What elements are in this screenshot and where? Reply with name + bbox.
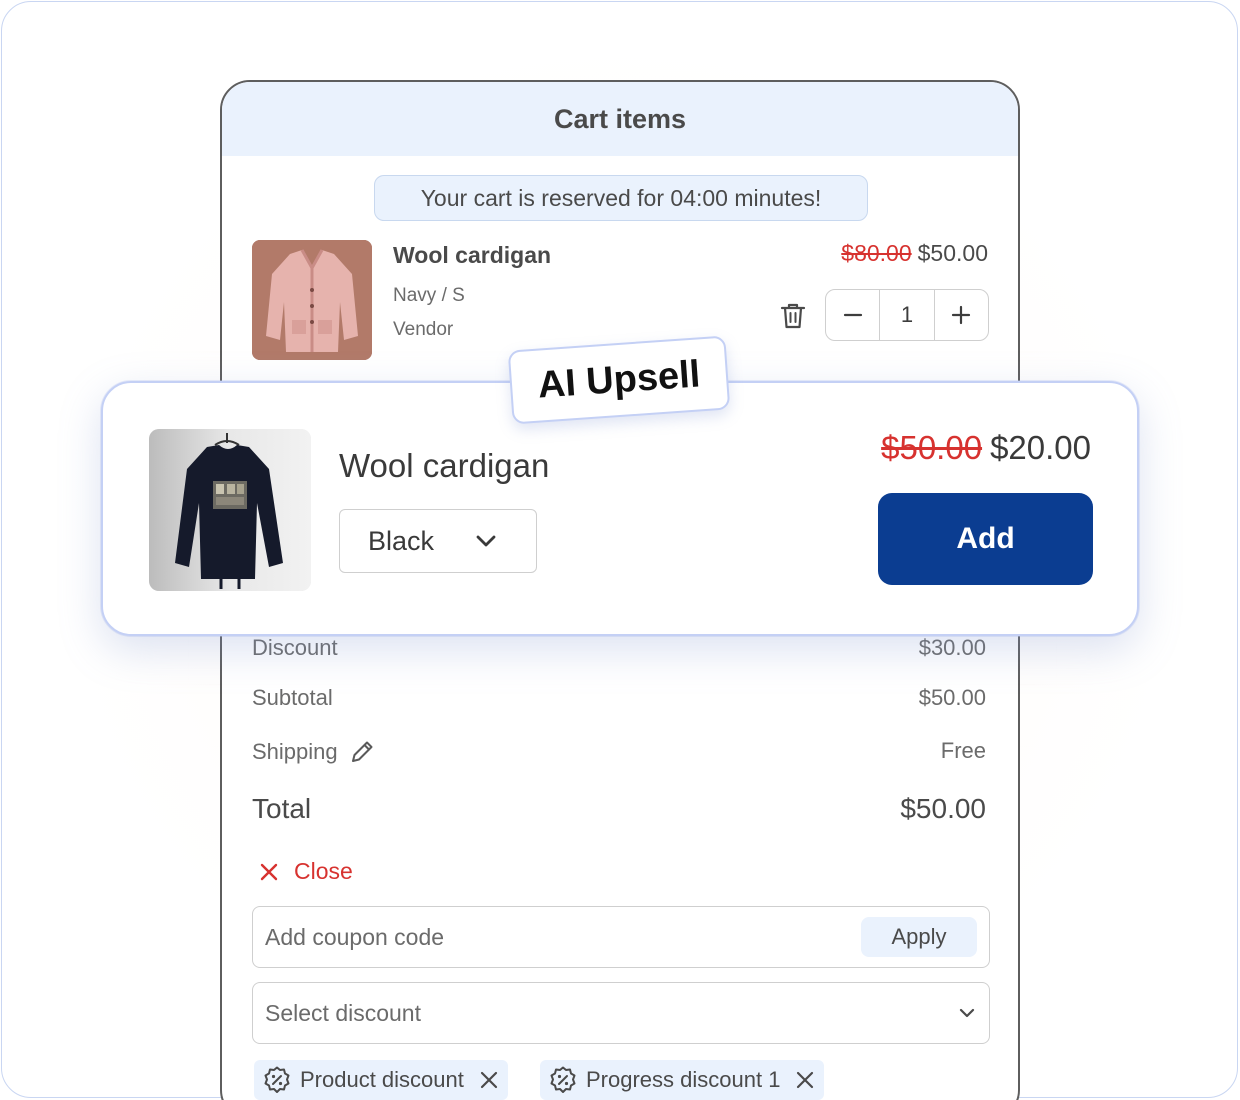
quantity-decrease-button[interactable] (826, 290, 879, 340)
discount-badge-icon (550, 1066, 576, 1093)
reserve-message: Your cart is reserved for 04:00 minutes! (420, 184, 822, 211)
quantity-value[interactable]: 1 (879, 290, 935, 340)
shipping-row: Shipping Free (252, 738, 986, 766)
cart-header: Cart items (222, 82, 1018, 156)
cart-item-vendor: Vendor (393, 319, 454, 340)
upsell-price: $50.00 $20.00 (881, 429, 1091, 467)
cart-item-image (252, 240, 372, 360)
remove-tag-button[interactable] (796, 1071, 814, 1089)
discount-tag-label: Progress discount 1 (586, 1067, 781, 1092)
chevron-down-icon (959, 1008, 975, 1018)
upsell-original-price: $50.00 (881, 429, 983, 466)
close-icon (480, 1071, 497, 1089)
discount-tag-label: Product discount (300, 1067, 464, 1092)
discount-tag-product: Product discount (254, 1060, 508, 1100)
discount-badge-icon (264, 1066, 290, 1093)
chevron-down-icon (476, 535, 496, 547)
upsell-card: Wool cardigan Black $50.00 $20.00 Add (101, 381, 1139, 636)
cart-item-variant: Navy / S (393, 285, 465, 306)
sweatshirt-image (149, 429, 311, 591)
reserve-banner: Your cart is reserved for 04:00 minutes! (374, 175, 868, 221)
upsell-title[interactable]: Wool cardigan (339, 447, 549, 485)
apply-coupon-button[interactable]: Apply (861, 917, 977, 957)
close-icon (797, 1071, 814, 1089)
quantity-stepper: 1 (825, 289, 989, 341)
edit-shipping-button[interactable] (348, 738, 376, 766)
plus-icon (952, 305, 971, 325)
add-upsell-button[interactable]: Add (878, 493, 1093, 585)
minus-icon (843, 313, 862, 317)
discount-select-placeholder: Select discount (265, 999, 421, 1026)
close-button[interactable]: Close (260, 858, 353, 885)
coupon-field: Apply (252, 906, 990, 968)
coupon-input[interactable] (265, 907, 855, 967)
upsell-product-image (149, 429, 311, 591)
shipping-value: Free (940, 738, 986, 763)
cart-item-current-price: $50.00 (917, 240, 988, 266)
remove-tag-button[interactable] (480, 1071, 498, 1089)
quantity-increase-button[interactable] (935, 290, 988, 340)
discount-select[interactable]: Select discount (252, 982, 990, 1044)
cart-item-original-price: $80.00 (841, 240, 912, 266)
upsell-variant-value: Black (368, 525, 435, 556)
total-label: Total (252, 793, 312, 824)
discount-label: Discount (252, 635, 338, 660)
close-label: Close (294, 858, 353, 884)
discount-value: $30.00 (918, 635, 986, 660)
discount-tag-progress: Progress discount 1 (540, 1060, 825, 1100)
shipping-label: Shipping (252, 739, 338, 764)
upsell-variant-select[interactable]: Black (339, 509, 537, 573)
pencil-icon (351, 741, 373, 762)
total-row: Total $50.00 (252, 793, 986, 825)
cardigan-image (252, 240, 372, 360)
ai-upsell-badge-label: AI Upsell (536, 352, 702, 407)
ai-upsell-badge: AI Upsell (507, 335, 731, 425)
trash-icon (780, 303, 806, 329)
cart-item-price: $80.00 $50.00 (841, 240, 988, 267)
close-icon (260, 863, 278, 880)
subtotal-label: Subtotal (252, 685, 333, 710)
subtotal-row: Subtotal $50.00 (252, 685, 986, 711)
upsell-current-price: $20.00 (990, 429, 1091, 466)
remove-item-button[interactable] (777, 300, 809, 332)
shipping-label-group: Shipping (252, 738, 376, 766)
subtotal-value: $50.00 (918, 685, 986, 710)
cart-item-title[interactable]: Wool cardigan (393, 242, 551, 269)
cart-title: Cart items (553, 103, 687, 134)
total-value: $50.00 (900, 793, 986, 824)
discount-row: Discount $30.00 (252, 635, 986, 661)
